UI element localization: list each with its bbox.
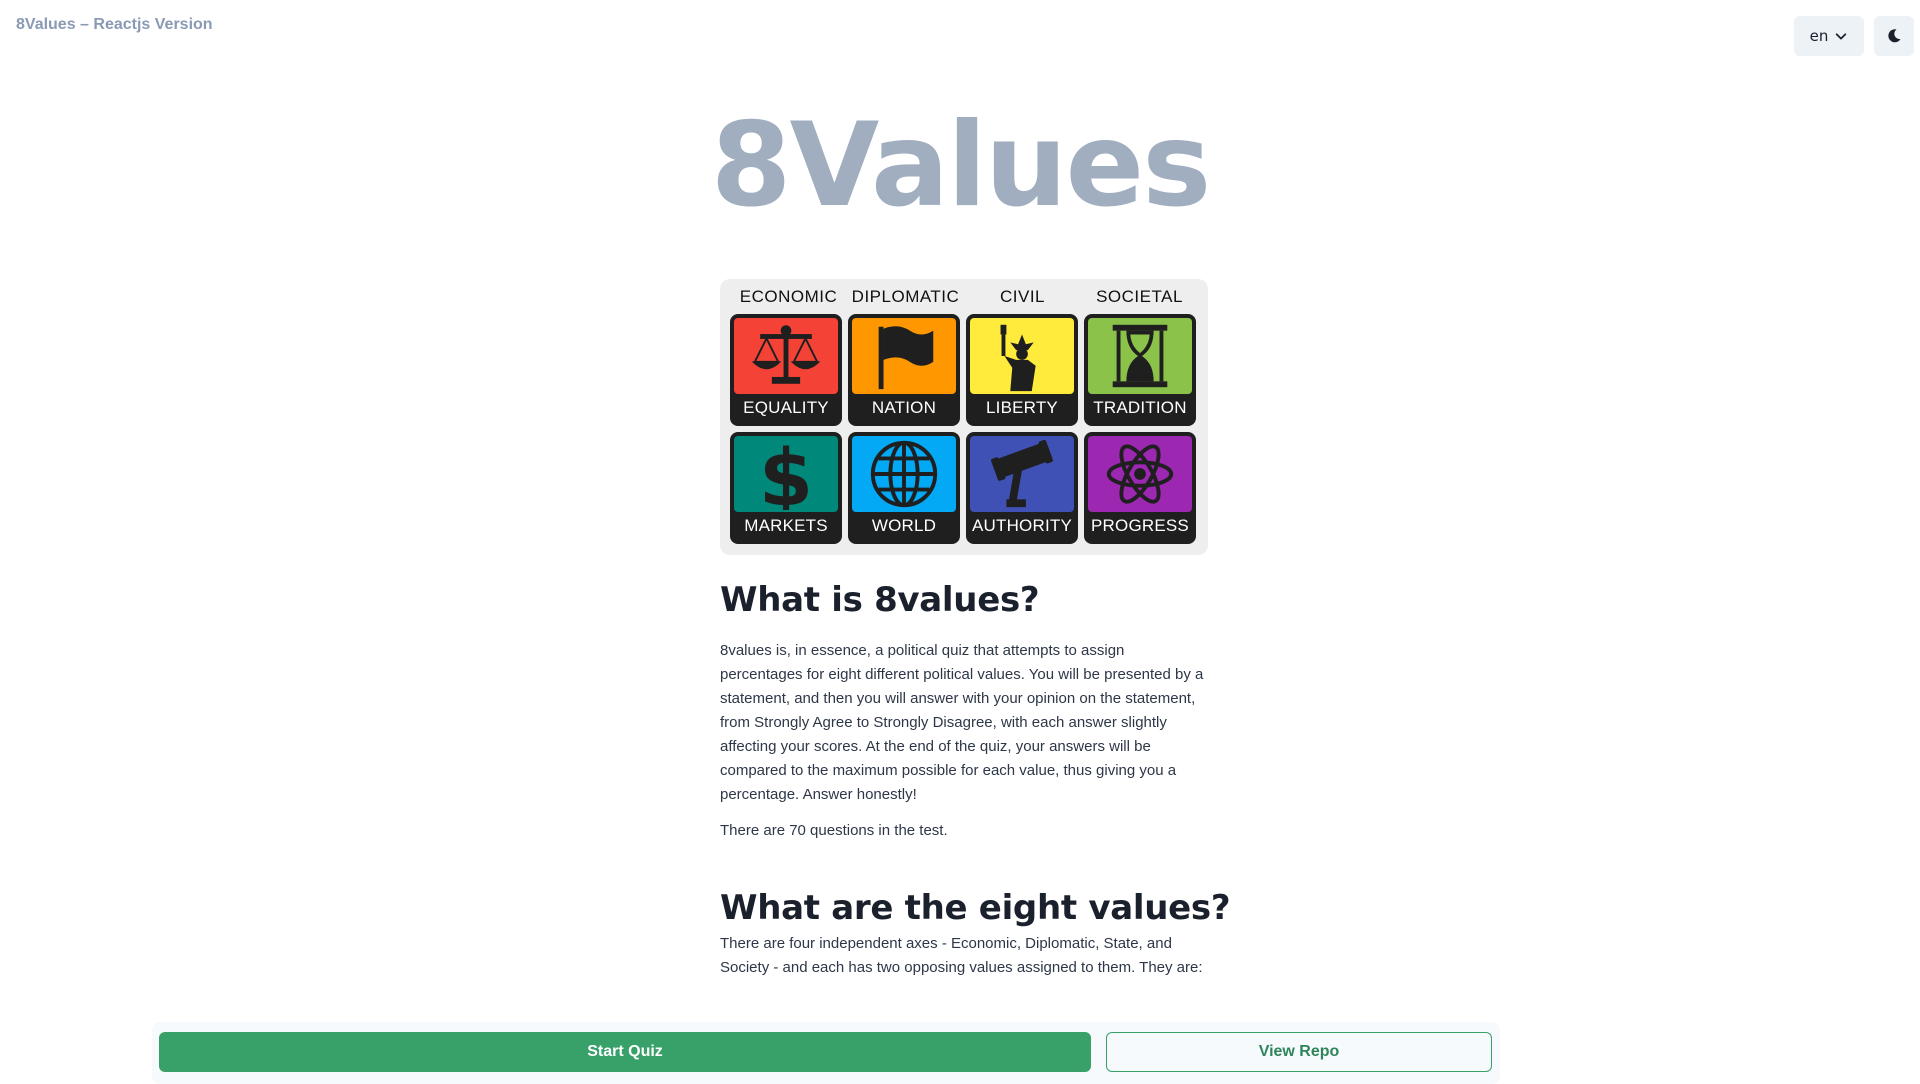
axes-paragraph: There are four independent axes - Econom…	[720, 935, 1203, 976]
axis-label-societal: SOCIETAL	[1096, 287, 1183, 306]
tile-label: AUTHORITY	[971, 516, 1073, 535]
chevron-down-icon	[1836, 33, 1847, 40]
tile-color-panel	[852, 318, 956, 394]
svg-text:$: $	[759, 438, 813, 510]
value-tile-progress: PROGRESS	[1084, 432, 1196, 544]
axis-label-civil: CIVIL	[999, 287, 1046, 306]
tile-color-panel	[970, 318, 1074, 394]
tile-color-panel	[970, 436, 1074, 512]
tile-color-panel	[734, 318, 838, 394]
axis-label-economic: ECONOMIC	[739, 287, 838, 306]
language-value: en	[1809, 27, 1829, 45]
moon-icon	[1888, 29, 1901, 43]
atom-icon	[1106, 444, 1174, 504]
value-tile-markets: $ MARKETS	[730, 432, 842, 544]
axis-labels: ECONOMIC DIPLOMATIC CIVIL SOCIETAL	[730, 287, 1198, 307]
value-tile-authority: AUTHORITY	[966, 432, 1078, 544]
hero-title: 8Values	[710, 98, 1211, 233]
language-select[interactable]: en	[1794, 16, 1864, 56]
tile-label: NATION	[871, 398, 937, 417]
statue-of-liberty-icon	[1000, 324, 1036, 392]
action-bar: Start Quiz View Repo	[152, 1022, 1500, 1084]
values-graphic: ECONOMIC DIPLOMATIC CIVIL SOCIETAL EQUAL…	[720, 279, 1208, 555]
view-repo-button[interactable]: View Repo	[1106, 1032, 1492, 1072]
value-tile-nation: NATION	[848, 314, 960, 426]
tile-color-panel: $	[734, 436, 838, 512]
tile-label: PROGRESS	[1091, 516, 1189, 535]
value-tile-equality: EQUALITY	[730, 314, 842, 426]
tile-label: TRADITION	[1093, 398, 1187, 417]
tile-color-panel	[852, 436, 956, 512]
globe-icon	[870, 440, 938, 508]
question-count-text: There are 70 questions in the test.	[720, 822, 948, 839]
tile-label: MARKETS	[744, 516, 828, 535]
scales-icon	[751, 325, 821, 384]
about-paragraph: 8values is, in essence, a political quiz…	[720, 642, 1204, 803]
dollar-icon: $	[759, 438, 813, 510]
hourglass-icon	[1112, 324, 1168, 388]
section-heading-eight-values: What are the eight values?	[720, 888, 1231, 928]
value-tile-liberty: LIBERTY	[966, 314, 1078, 426]
section-heading-what-is: What is 8values?	[720, 580, 1040, 620]
flag-icon	[878, 326, 934, 390]
value-tile-world: WORLD	[848, 432, 960, 544]
gavel-icon	[991, 439, 1053, 508]
tile-color-panel	[1088, 436, 1192, 512]
tile-label: EQUALITY	[743, 398, 829, 417]
theme-toggle-button[interactable]	[1874, 16, 1914, 56]
values-grid: EQUALITY NATION LIBERTY TRADITION $ MARK…	[730, 314, 1196, 544]
tile-color-panel	[1088, 318, 1192, 394]
main-content: ECONOMIC DIPLOMATIC CIVIL SOCIETAL EQUAL…	[720, 279, 1231, 980]
tile-label: LIBERTY	[986, 398, 1058, 417]
top-controls: en	[1794, 16, 1914, 56]
axis-label-diplomatic: DIPLOMATIC	[851, 287, 960, 306]
tile-label: WORLD	[871, 516, 937, 535]
value-tile-tradition: TRADITION	[1084, 314, 1196, 426]
start-quiz-button[interactable]: Start Quiz	[159, 1032, 1091, 1072]
app-title: 8Values – Reactjs Version	[16, 16, 213, 33]
